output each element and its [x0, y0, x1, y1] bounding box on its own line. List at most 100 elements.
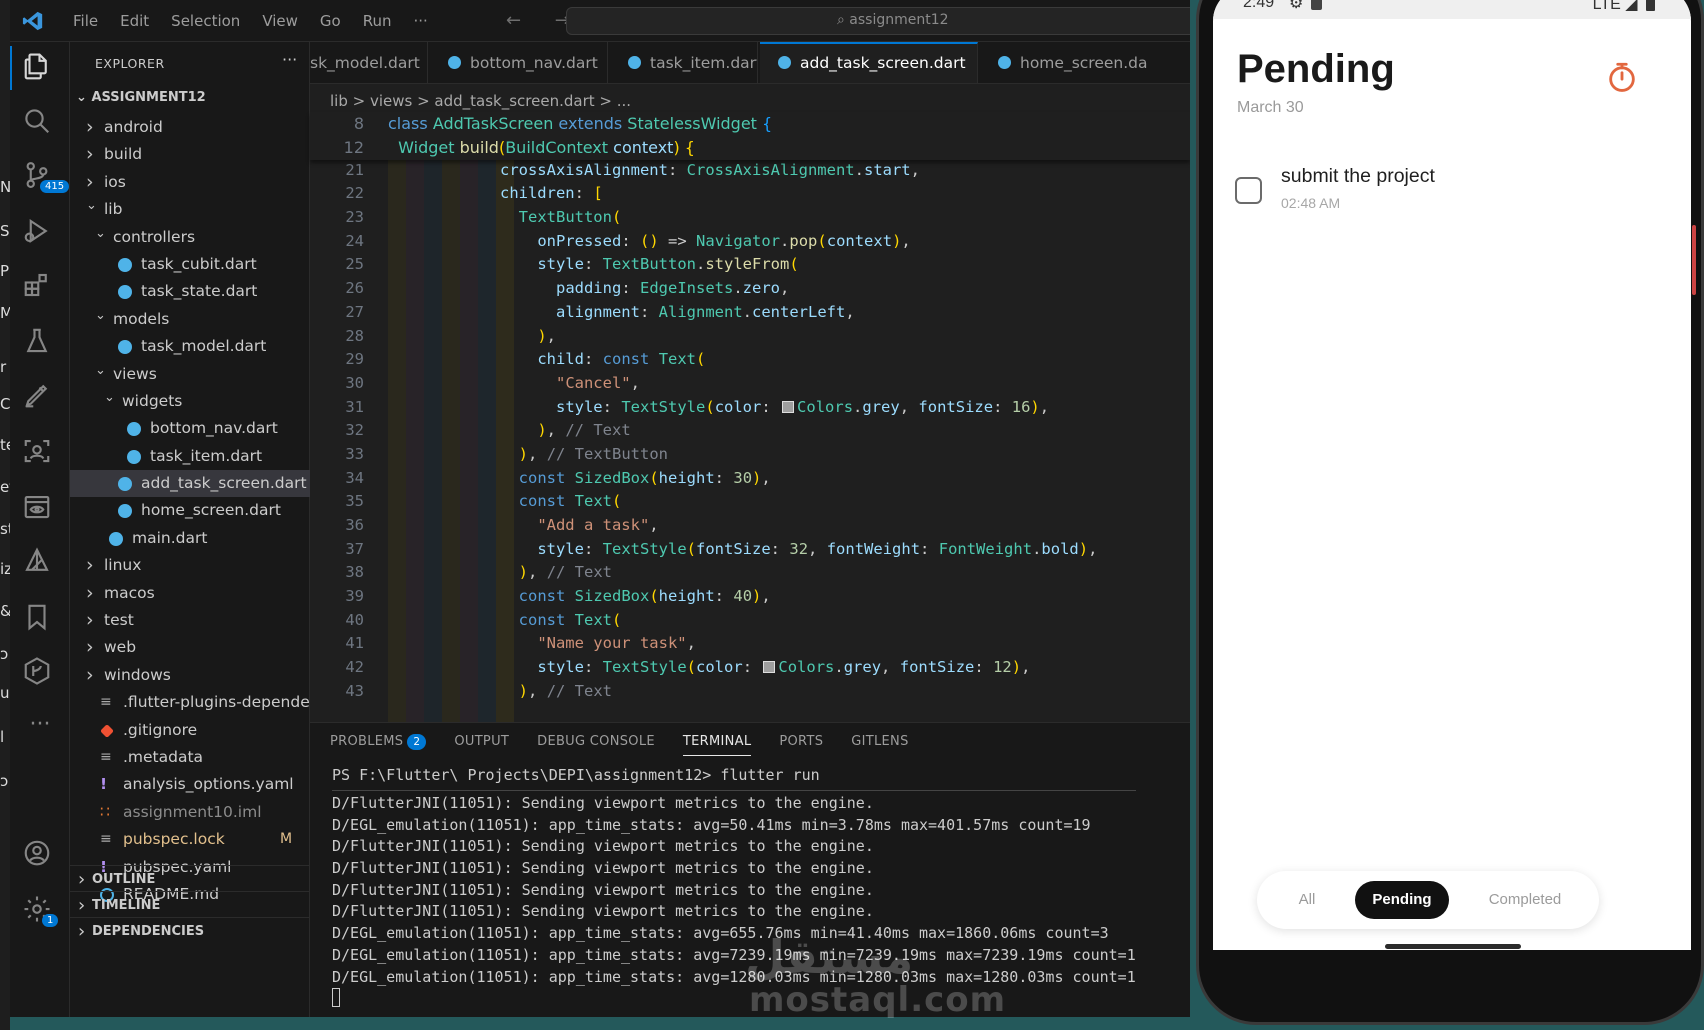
file-tree-item[interactable]: › ios [70, 169, 310, 196]
editor-tab[interactable]: bottom_nav.dart [430, 42, 608, 83]
timer-icon[interactable] [1605, 59, 1639, 95]
panel-tab[interactable]: GITLENS [851, 723, 908, 761]
panel-tab[interactable]: PORTS [779, 723, 823, 761]
terminal-cursor[interactable] [332, 988, 1136, 1010]
search-icon[interactable] [22, 106, 58, 142]
file-tree-item[interactable]: › macos [70, 580, 310, 607]
file-tree-item[interactable]: ≡ pubspec.lock M [70, 826, 310, 853]
timeline-section[interactable]: TIMELINE [70, 891, 310, 919]
editor-tab[interactable]: home_screen.da [980, 42, 1190, 83]
file-tree-item[interactable]: task_cubit.dart [70, 251, 310, 278]
chevron-right-icon: › [86, 581, 94, 604]
line-number: 24 [345, 231, 364, 250]
file-tree-item[interactable]: ⌄ models [70, 306, 310, 333]
background-text-fragment: te [0, 436, 10, 454]
menu-item[interactable]: Go [309, 12, 352, 30]
source-control-icon[interactable]: 415 [22, 160, 70, 196]
settings-gear-icon[interactable]: 1 [22, 894, 59, 930]
menu-item[interactable]: Selection [160, 12, 251, 30]
extensions-icon[interactable] [22, 270, 58, 306]
editor-tab[interactable]: sk_model.dart [310, 42, 428, 83]
bookmark-icon[interactable] [22, 602, 58, 638]
file-tree-item[interactable]: ! analysis_options.yaml [70, 771, 310, 798]
explorer-root-folder[interactable]: ⌄ ASSIGNMENT12 [76, 90, 206, 105]
file-tree-item[interactable]: ⌄ widgets [70, 388, 310, 415]
file-tree-item[interactable]: task_item.dart [70, 443, 310, 470]
editor-tab[interactable]: add_task_screen.dart ✕ [760, 42, 978, 83]
code-line: 22 children: [ [310, 182, 1190, 206]
file-tree-item[interactable]: › windows [70, 662, 310, 689]
file-tree-item[interactable]: ⌄ controllers [70, 224, 310, 251]
terminal-output[interactable]: PS F:\Flutter\ Projects\DEPI\assignment1… [332, 765, 1136, 1010]
panel-tab[interactable]: TERMINAL [682, 723, 752, 761]
status-time: 2:49 [1243, 0, 1275, 11]
file-tree-item[interactable]: › build [70, 141, 310, 168]
remote-explorer-icon[interactable] [22, 436, 58, 472]
file-tree-item[interactable]: › linux [70, 552, 310, 579]
menu-item[interactable]: Edit [109, 12, 160, 30]
preview-eye-icon[interactable] [22, 492, 58, 528]
edit-pen-icon[interactable] [22, 380, 58, 416]
file-tree-item[interactable]: ≡ .metadata [70, 744, 310, 771]
editor-tab[interactable]: task_item.dart [610, 42, 758, 83]
text-file-icon: ≡ [100, 694, 112, 711]
line-number: 32 [345, 421, 364, 440]
code-text: ), [537, 326, 556, 345]
close-icon[interactable]: ✕ [976, 53, 977, 73]
menu-item[interactable]: Run [352, 12, 403, 30]
nav-tab-all[interactable]: All [1279, 881, 1335, 919]
menu-item[interactable]: File [62, 12, 109, 30]
dependencies-section[interactable]: DEPENDENCIES [70, 917, 310, 945]
activity-bar: 415 ··· 1 [10, 42, 70, 1017]
nav-tab-completed[interactable]: Completed [1469, 881, 1581, 919]
explorer-files-icon[interactable] [10, 46, 58, 90]
task-checkbox[interactable] [1235, 177, 1262, 204]
code-text: TextButton( [518, 208, 622, 227]
file-tree-item[interactable]: › web [70, 634, 310, 661]
panel-tab[interactable]: DEBUG CONSOLE [537, 723, 655, 761]
menu-item[interactable]: View [251, 12, 309, 30]
file-tree-item[interactable]: › android [70, 114, 310, 141]
gitlens-icon[interactable] [22, 656, 58, 692]
panel-tab[interactable]: OUTPUT [454, 723, 509, 761]
editor-tab-label: task_item.dart [650, 54, 758, 72]
file-tree-item[interactable]: add_task_screen.dart [70, 470, 310, 498]
flutter-devtools-icon[interactable] [22, 546, 58, 582]
source-control-badge: 415 [40, 180, 70, 193]
line-number: 26 [345, 279, 364, 298]
background-text-fragment: l [0, 728, 5, 746]
terminal-line: D/FlutterJNI(11051): Sending viewport me… [332, 837, 874, 856]
outline-section[interactable]: OUTLINE [70, 865, 310, 893]
menu-item[interactable]: ··· [403, 12, 439, 30]
file-tree-item[interactable]: home_screen.dart [70, 497, 310, 524]
dart-file-icon [127, 422, 141, 437]
file-tree-item[interactable]: main.dart [70, 525, 310, 552]
nav-tab-pending[interactable]: Pending [1355, 881, 1449, 919]
explorer-more-icon[interactable]: ··· [282, 50, 297, 69]
file-tree-label: task_state.dart [141, 282, 258, 301]
account-icon[interactable] [22, 838, 58, 874]
breadcrumb[interactable]: lib > views > add_task_screen.dart > ... [330, 92, 631, 110]
more-icon[interactable]: ··· [22, 712, 58, 748]
file-tree-item[interactable]: ≡ .flutter-plugins-dependen... [70, 689, 334, 716]
home-gesture-bar[interactable] [1385, 944, 1521, 949]
code-text: style: TextStyle(color: Colors.grey, fon… [537, 658, 1031, 677]
task-item[interactable]: submit the project 02:48 AM [1235, 165, 1655, 225]
chevron-right-icon: › [86, 554, 94, 577]
code-view[interactable]: 20 child: Column(21 crossAxisAlignment: … [310, 112, 1190, 704]
file-tree-label: bottom_nav.dart [150, 419, 278, 438]
file-tree-item[interactable]: › test [70, 607, 310, 634]
file-tree-item[interactable]: .gitignore [70, 717, 310, 744]
file-tree-label: assignment10.iml [123, 802, 262, 821]
problems-count-badge: 2 [407, 734, 427, 750]
sticky-scroll[interactable]: 8 class AddTaskScreen extends StatelessWi… [310, 112, 1190, 160]
run-debug-icon[interactable] [22, 216, 58, 252]
panel-tab[interactable]: PROBLEMS 2 [330, 723, 427, 761]
code-text: alignment: Alignment.centerLeft, [555, 302, 855, 321]
command-center-search[interactable]: ⌕ assignment12 [566, 7, 1190, 35]
testing-flask-icon[interactable] [22, 326, 58, 362]
file-tree-item[interactable]: bottom_nav.dart [70, 415, 310, 442]
code-line: 39 const SizedBox(height: 40), [310, 585, 1190, 609]
desktop-edge-accent [1692, 225, 1696, 295]
file-tree-item[interactable]: ∷ assignment10.iml [70, 799, 310, 826]
